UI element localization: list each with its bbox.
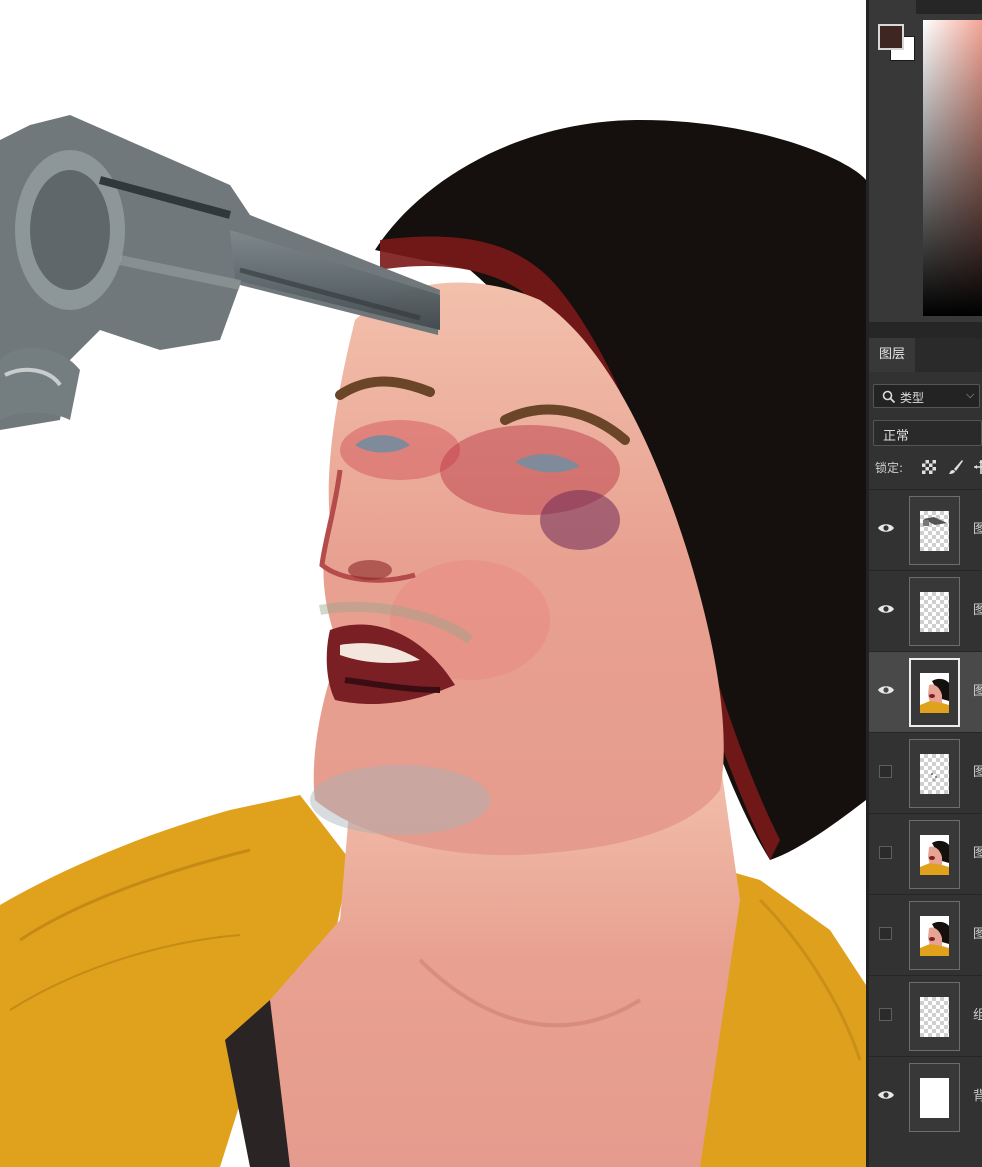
- layer-thumbnail-frame: [909, 1063, 960, 1132]
- kind-filter-label: 类型: [900, 391, 925, 405]
- layer-thumbnail-transparent: [920, 592, 949, 632]
- document-canvas[interactable]: [0, 0, 866, 1167]
- layer-kind-filter[interactable]: 类型 ⌵: [873, 384, 980, 408]
- color-picker-field[interactable]: [923, 20, 982, 316]
- layers-list: 图 图 图 图 图 图 组 背: [869, 489, 982, 1167]
- chevron-down-icon: ⌵: [966, 388, 975, 401]
- eye-icon[interactable]: [877, 683, 895, 697]
- tab-layers[interactable]: 图层: [869, 338, 915, 372]
- color-panel: [869, 0, 982, 322]
- layer-thumbnail-gun-sketch: [920, 511, 949, 551]
- layer-type-glyph: 背: [973, 1089, 982, 1104]
- layer-thumbnail-white: [920, 1078, 949, 1118]
- panel-separator: [869, 322, 982, 338]
- layer-thumbnail-portrait: [920, 673, 949, 713]
- right-panel-dock: 图层 类型 ⌵ 正常 锁定: 图 图 图 图 图 图 组 背: [869, 0, 982, 1167]
- layer-row-2[interactable]: 图: [869, 570, 982, 651]
- lock-transparent-pixels-icon[interactable]: [922, 460, 936, 474]
- eye-icon[interactable]: [877, 521, 895, 535]
- layer-row-7-group[interactable]: 组: [869, 975, 982, 1056]
- panel-header-strip: [916, 0, 982, 14]
- layer-type-glyph: 图: [973, 765, 982, 780]
- layers-tab-bar: 图层: [869, 338, 982, 372]
- blend-mode-select[interactable]: 正常: [873, 420, 982, 446]
- layer-type-glyph: 图: [973, 684, 982, 699]
- layer-thumbnail-portrait: [920, 916, 949, 956]
- layer-row-1[interactable]: 图: [869, 489, 982, 570]
- foreground-color-swatch[interactable]: [878, 24, 904, 50]
- layer-thumbnail-portrait: [920, 835, 949, 875]
- layer-thumbnail-frame: [909, 496, 960, 565]
- layer-thumbnail-specks: [920, 754, 949, 794]
- layer-row-8-background[interactable]: 背: [869, 1056, 982, 1137]
- lock-image-pixels-brush-icon[interactable]: [948, 459, 964, 475]
- layer-thumbnail-frame: [909, 739, 960, 808]
- eye-icon[interactable]: [877, 1088, 895, 1102]
- layer-thumbnail-frame: [909, 901, 960, 970]
- layer-type-glyph: 图: [973, 522, 982, 537]
- layer-thumbnail-frame: [909, 820, 960, 889]
- lock-label: 锁定:: [875, 461, 904, 475]
- search-icon: [882, 390, 896, 404]
- layer-type-glyph: 图: [973, 927, 982, 942]
- blend-mode-value: 正常: [883, 429, 910, 444]
- visibility-toggle-off[interactable]: [879, 1008, 892, 1021]
- painting-artwork: [0, 115, 866, 1167]
- visibility-toggle-off[interactable]: [879, 765, 892, 778]
- layer-row-6[interactable]: 图: [869, 894, 982, 975]
- layer-thumbnail-frame: [909, 577, 960, 646]
- visibility-toggle-off[interactable]: [879, 846, 892, 859]
- lock-position-move-icon[interactable]: [973, 459, 982, 475]
- lock-row: 锁定:: [869, 456, 982, 480]
- layer-row-4[interactable]: 图: [869, 732, 982, 813]
- layer-row-3-selected[interactable]: 图: [869, 651, 982, 732]
- layer-thumbnail-frame: [909, 658, 960, 727]
- layer-thumbnail-frame: [909, 982, 960, 1051]
- layer-type-glyph: 图: [973, 603, 982, 618]
- layer-type-glyph: 图: [973, 846, 982, 861]
- layer-thumbnail-transparent: [920, 997, 949, 1037]
- layer-type-glyph: 组: [973, 1008, 982, 1023]
- layer-row-5[interactable]: 图: [869, 813, 982, 894]
- eye-icon[interactable]: [877, 602, 895, 616]
- visibility-toggle-off[interactable]: [879, 927, 892, 940]
